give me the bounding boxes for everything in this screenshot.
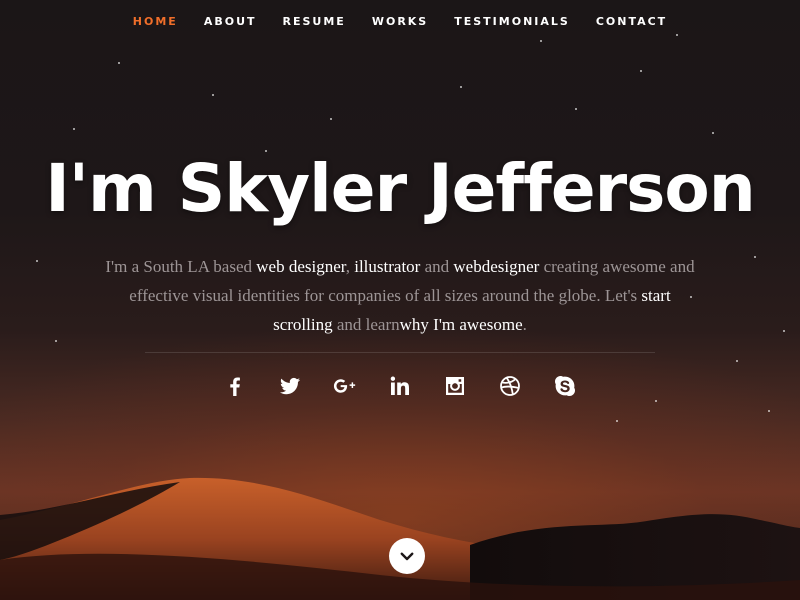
intro-text-3: and	[420, 257, 454, 276]
nav-item-contact[interactable]: CONTACT	[583, 15, 680, 28]
intro-highlight-webdesigner: webdesigner	[453, 257, 540, 276]
intro-link-why-awesome[interactable]: why I'm awesome	[400, 315, 523, 334]
nav-item-about[interactable]: ABOUT	[191, 15, 270, 28]
twitter-icon[interactable]	[276, 372, 304, 400]
nav-item-home[interactable]: HOME	[120, 15, 191, 28]
hero-intro: I'm a South LA based web designer, illus…	[100, 252, 700, 339]
hero-headline: I'm Skyler Jefferson	[45, 150, 756, 227]
intro-highlight-web-designer: web designer	[256, 257, 346, 276]
facebook-icon[interactable]	[221, 372, 249, 400]
intro-highlight-illustrator: illustrator	[354, 257, 421, 276]
google-plus-icon[interactable]	[331, 372, 359, 400]
nav-item-testimonials[interactable]: TESTIMONIALS	[441, 15, 583, 28]
skype-icon[interactable]	[551, 372, 579, 400]
instagram-icon[interactable]	[441, 372, 469, 400]
intro-text-6: .	[522, 315, 527, 334]
main-navigation: HOME ABOUT RESUME WORKS TESTIMONIALS CON…	[0, 0, 800, 42]
divider	[145, 352, 655, 353]
scroll-down-button[interactable]	[389, 538, 425, 574]
intro-text-1: I'm a South LA based	[105, 257, 257, 276]
intro-text-5: and learn	[332, 315, 400, 334]
linkedin-icon[interactable]	[386, 372, 414, 400]
intro-text-2: ,	[345, 257, 355, 276]
nav-item-resume[interactable]: RESUME	[270, 15, 359, 28]
hero-section: HOME ABOUT RESUME WORKS TESTIMONIALS CON…	[0, 0, 800, 600]
nav-item-works[interactable]: WORKS	[359, 15, 441, 28]
chevron-down-icon	[400, 552, 414, 561]
dribbble-icon[interactable]	[496, 372, 524, 400]
social-links	[0, 372, 800, 400]
